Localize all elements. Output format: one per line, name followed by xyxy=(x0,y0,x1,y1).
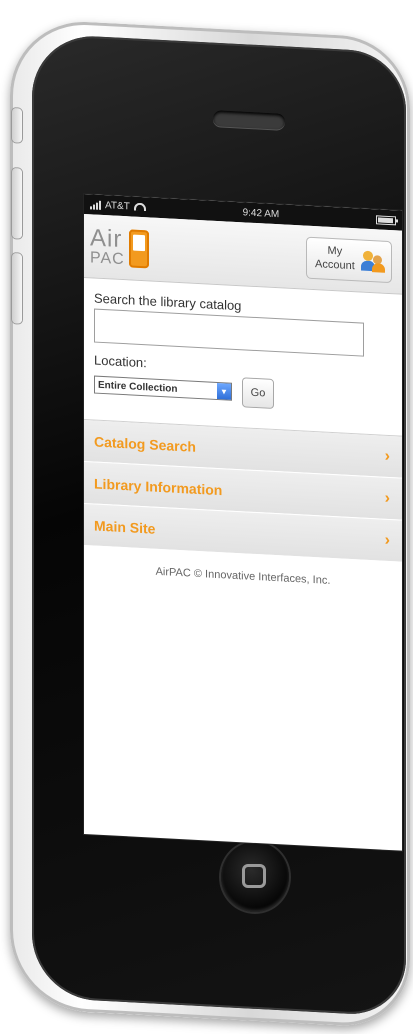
people-icon xyxy=(361,248,385,273)
account-label: My Account xyxy=(315,244,355,272)
location-selected-value: Entire Collection xyxy=(98,379,178,395)
phone-logo-icon xyxy=(128,228,149,268)
status-time: 9:42 AM xyxy=(242,206,280,220)
location-select[interactable]: Entire Collection ▼ xyxy=(94,375,232,401)
mute-switch xyxy=(12,108,22,143)
account-label-line2: Account xyxy=(315,257,355,272)
airpac-logo[interactable]: Air PAC xyxy=(90,223,149,269)
signal-bars-icon xyxy=(90,200,101,210)
copyright-footer: AirPAC © Innovative Interfaces, Inc. xyxy=(155,565,331,587)
main-menu: Catalog Search › Library Information › M… xyxy=(84,419,402,563)
carrier-name: AT&T xyxy=(105,199,130,212)
home-button[interactable] xyxy=(221,842,289,912)
wifi-icon xyxy=(133,202,146,212)
menu-item-label: Library Information xyxy=(94,475,223,498)
my-account-button[interactable]: My Account xyxy=(306,236,392,283)
logo-text: Air PAC xyxy=(90,223,125,268)
dropdown-arrow-icon: ▼ xyxy=(217,382,231,400)
volume-up-button xyxy=(12,168,22,239)
search-form: Search the library catalog Location: Ent… xyxy=(84,278,402,426)
go-button[interactable]: Go xyxy=(242,377,274,409)
chevron-right-icon: › xyxy=(384,489,390,507)
phone-screen: AT&T 9:42 AM Air PAC My Account Search t… xyxy=(84,194,402,851)
logo-pac-text: PAC xyxy=(90,248,125,268)
battery-icon xyxy=(376,214,396,225)
volume-down-button xyxy=(12,253,22,324)
status-left: AT&T xyxy=(90,199,146,213)
menu-item-label: Catalog Search xyxy=(94,433,196,455)
logo-air-text: Air xyxy=(90,223,123,253)
chevron-right-icon: › xyxy=(384,531,390,549)
home-square-icon xyxy=(242,864,266,888)
chevron-right-icon: › xyxy=(384,447,390,465)
photo-stage: AT&T 9:42 AM Air PAC My Account Search t… xyxy=(0,0,413,1034)
menu-item-label: Main Site xyxy=(94,517,156,537)
